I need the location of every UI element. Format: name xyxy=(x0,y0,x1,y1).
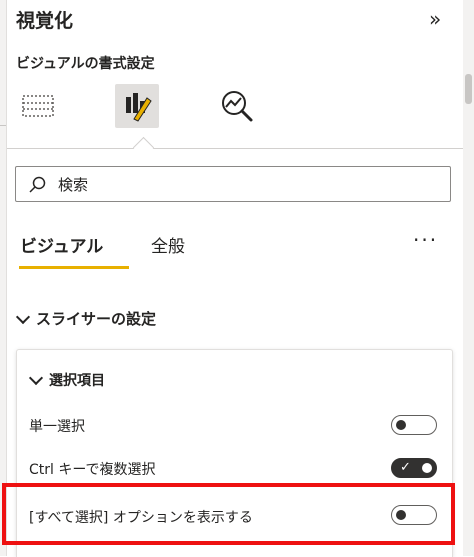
single-select-label: 単一選択 xyxy=(29,419,85,435)
card-header-selection[interactable]: 選択項目 xyxy=(28,370,105,390)
toggle-knob xyxy=(422,463,432,473)
edge-divider xyxy=(0,125,6,126)
search-input[interactable] xyxy=(56,172,440,198)
build-visual-icon[interactable] xyxy=(16,84,60,128)
chevron-down-icon xyxy=(28,370,44,386)
chevron-down-icon xyxy=(15,309,31,324)
annotation-highlight-box xyxy=(2,483,455,545)
pane-title: 視覚化 xyxy=(16,10,74,32)
tab-visual[interactable]: ビジュアル xyxy=(20,232,103,257)
toggle-knob xyxy=(396,420,406,430)
ctrl-multiselect-toggle[interactable]: ✓ xyxy=(391,458,437,478)
active-tab-underline xyxy=(19,266,129,269)
check-icon: ✓ xyxy=(400,460,411,475)
left-canvas-edge xyxy=(0,0,7,556)
section-title: スライサーの設定 xyxy=(36,310,157,328)
pane-subtitle: ビジュアルの書式設定 xyxy=(16,56,155,72)
pane-separator xyxy=(7,148,463,149)
analytics-icon[interactable] xyxy=(215,84,259,128)
section-slicer-settings[interactable]: スライサーの設定 xyxy=(15,308,157,329)
search-icon xyxy=(29,176,46,193)
collapse-pane-button[interactable]: » xyxy=(429,7,441,31)
format-visual-icon[interactable] xyxy=(115,84,159,128)
search-box[interactable] xyxy=(15,166,451,202)
card-title: 選択項目 xyxy=(49,373,105,389)
visualizations-pane: 視覚化 » ビジュアルの書式設定 ビジュアル 全般 xyxy=(7,0,463,557)
single-select-toggle[interactable] xyxy=(391,415,437,435)
tab-general[interactable]: 全般 xyxy=(151,232,185,257)
active-mode-caret xyxy=(132,136,155,159)
pane-scrollbar[interactable] xyxy=(463,0,474,556)
more-options-button[interactable]: ··· xyxy=(413,228,438,252)
scrollbar-thumb[interactable] xyxy=(465,74,472,104)
ctrl-multiselect-label: Ctrl キーで複数選択 xyxy=(29,462,156,478)
